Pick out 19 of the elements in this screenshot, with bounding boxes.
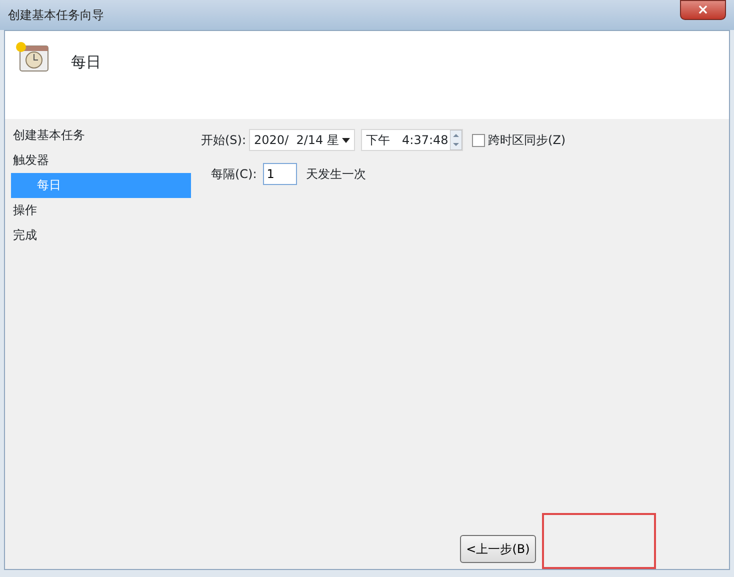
- window-title: 创建基本任务向导: [8, 7, 104, 24]
- sidebar-item[interactable]: 操作: [5, 198, 191, 223]
- interval-suffix: 天发生一次: [306, 166, 366, 183]
- page-title: 每日: [71, 52, 101, 73]
- sidebar-item[interactable]: 触发器: [5, 148, 191, 173]
- calendar-clock-icon: [15, 41, 51, 73]
- checkbox-label: 跨时区同步(Z): [488, 132, 566, 149]
- interval-input[interactable]: 1: [262, 163, 297, 185]
- date-picker[interactable]: 2020/ 2/14 星: [249, 129, 356, 151]
- spin-buttons-icon[interactable]: [450, 130, 462, 150]
- close-button[interactable]: ×: [680, 0, 726, 20]
- dropdown-caret-icon[interactable]: [342, 138, 350, 142]
- sidebar-item[interactable]: 完成: [5, 223, 191, 248]
- sidebar-item[interactable]: 创建基本任务: [5, 123, 191, 148]
- back-button[interactable]: <上一步(B): [460, 535, 536, 563]
- start-label: 开始(S):: [201, 132, 246, 149]
- time-picker[interactable]: 下午 4:37:48: [361, 129, 464, 151]
- interval-label: 每隔(C):: [211, 166, 257, 183]
- checkbox[interactable]: [472, 134, 486, 146]
